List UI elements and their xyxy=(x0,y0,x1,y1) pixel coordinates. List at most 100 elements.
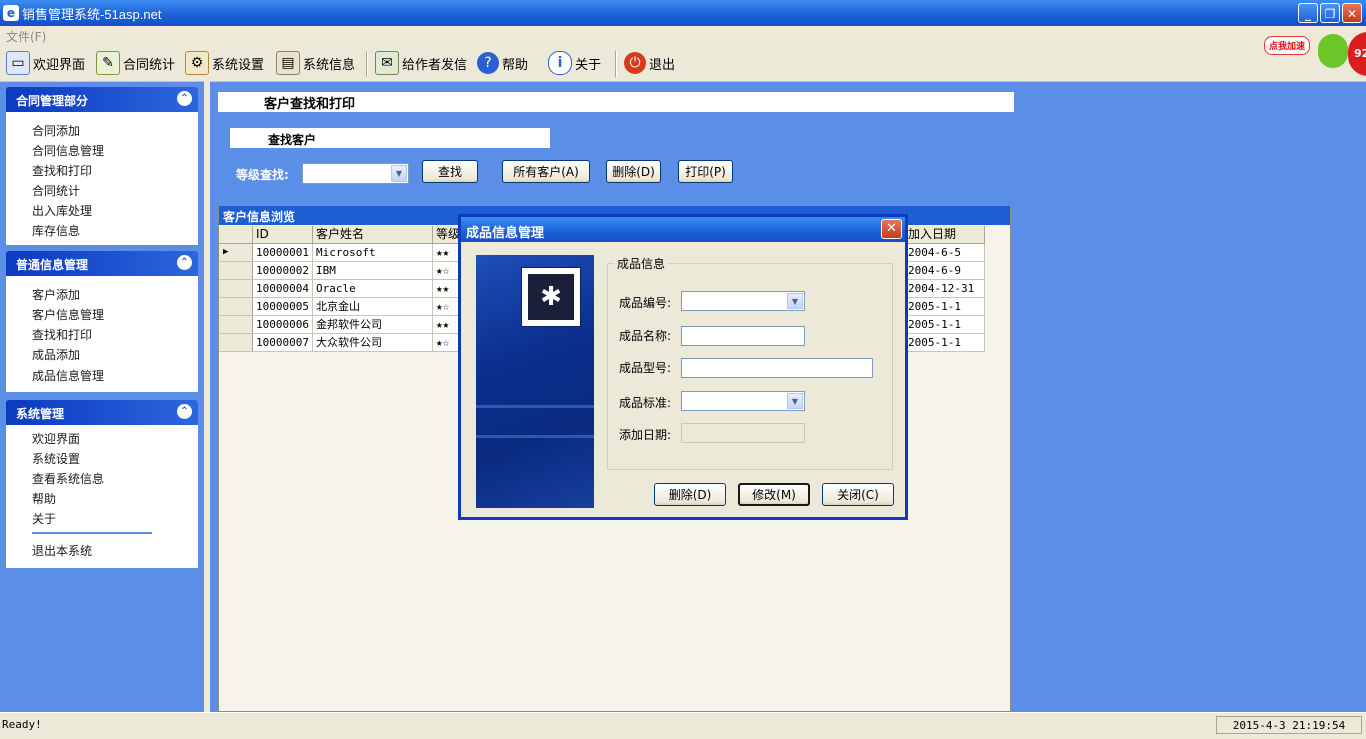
print-button[interactable]: 打印(P) xyxy=(678,160,733,183)
column-header-name[interactable]: 客户姓名 xyxy=(313,226,433,244)
row-marker xyxy=(219,334,253,352)
menu-bar: 文件(F) xyxy=(0,26,1366,45)
name-input[interactable] xyxy=(681,326,805,346)
nav-item[interactable]: 成品信息管理 xyxy=(32,367,104,384)
cell-name: Microsoft xyxy=(313,244,433,262)
info-icon: i xyxy=(548,51,572,75)
help-button[interactable]: ? 帮助 xyxy=(477,51,528,75)
collapse-icon[interactable]: ⌃ xyxy=(177,91,192,106)
banner-wave xyxy=(476,435,594,438)
toolbar-separator xyxy=(366,51,368,77)
cell-date: 2004-12-31 xyxy=(905,280,985,298)
close-icon[interactable]: ✕ xyxy=(881,219,902,239)
contract-stats-label: 合同统计 xyxy=(123,57,176,73)
section-title-bar: 查找客户 xyxy=(230,128,550,148)
nav-item[interactable]: 查找和打印 xyxy=(32,326,92,343)
standard-combo[interactable]: ▼ xyxy=(681,391,805,411)
nav-item[interactable]: 合同信息管理 xyxy=(32,142,104,159)
sysinfo-button[interactable]: ▤ 系统信息 xyxy=(276,51,355,75)
nav-item-exit[interactable]: 退出本系统 xyxy=(32,542,92,559)
speed-widget[interactable]: 点我加速 92 xyxy=(1262,30,1366,84)
nav-section-general[interactable]: 普通信息管理 ⌃ xyxy=(6,251,198,276)
page-title-bar: 客户查找和打印 xyxy=(218,92,1014,112)
window-icon: ▭ xyxy=(6,51,30,75)
section-title: 查找客户 xyxy=(268,133,317,147)
row-marker xyxy=(219,316,253,334)
title-bar: e 销售管理系统-51asp.net _ ❐ ✕ xyxy=(0,0,1366,26)
mail-author-button[interactable]: ✉ 给作者发信 xyxy=(375,51,467,75)
nav-item[interactable]: 系统设置 xyxy=(32,450,80,467)
welcome-button[interactable]: ▭ 欢迎界面 xyxy=(6,51,85,75)
settings-button[interactable]: ⚙ 系统设置 xyxy=(185,51,264,75)
nav-item[interactable]: 帮助 xyxy=(32,490,56,507)
nav-item[interactable]: 客户添加 xyxy=(32,286,80,303)
name-label: 成品名称: xyxy=(619,329,672,343)
row-marker: ▶ xyxy=(219,244,253,262)
nav-item[interactable]: 欢迎界面 xyxy=(32,430,80,447)
collapse-icon[interactable]: ⌃ xyxy=(177,404,192,419)
cell-id: 10000004 xyxy=(253,280,313,298)
app-icon: e xyxy=(3,5,19,21)
cell-date: 2004-6-5 xyxy=(905,244,985,262)
toolbar: ▭ 欢迎界面 ✎ 合同统计 ⚙ 系统设置 ▤ 系统信息 ✉ 给作者发信 ? 帮助… xyxy=(0,45,1366,82)
nav-item[interactable]: 合同统计 xyxy=(32,182,80,199)
menu-file[interactable]: 文件(F) xyxy=(6,28,46,45)
cell-id: 10000007 xyxy=(253,334,313,352)
minimize-button[interactable]: _ xyxy=(1298,3,1318,23)
window-title: 销售管理系统-51asp.net xyxy=(22,7,162,22)
cell-id: 10000002 xyxy=(253,262,313,280)
dialog-delete-button[interactable]: 删除(D) xyxy=(654,483,726,506)
cell-name: Oracle xyxy=(313,280,433,298)
nav-item[interactable]: 合同添加 xyxy=(32,122,80,139)
splitter[interactable] xyxy=(204,81,210,712)
model-label: 成品型号: xyxy=(619,361,672,375)
nav-item[interactable]: 客户信息管理 xyxy=(32,306,104,323)
column-header-date[interactable]: 加入日期 xyxy=(905,226,985,244)
row-marker xyxy=(219,298,253,316)
maximize-button[interactable]: ❐ xyxy=(1320,3,1340,23)
find-button[interactable]: 查找 xyxy=(422,160,478,183)
sysinfo-label: 系统信息 xyxy=(303,57,356,73)
nav-item[interactable]: 库存信息 xyxy=(32,222,80,239)
nav-section-contract[interactable]: 合同管理部分 ⌃ xyxy=(6,87,198,112)
close-window-button[interactable]: ✕ xyxy=(1342,3,1362,23)
mail-icon: ✉ xyxy=(375,51,399,75)
nav-item[interactable]: 出入库处理 xyxy=(32,202,92,219)
status-datetime: 2015-4-3 21:19:54 xyxy=(1216,716,1362,734)
power-icon: ⏻ xyxy=(624,52,646,74)
row-marker xyxy=(219,262,253,280)
settings-icon: ⚙ xyxy=(185,51,209,75)
cell-date: 2004-6-9 xyxy=(905,262,985,280)
chevron-down-icon[interactable]: ▼ xyxy=(787,393,803,409)
about-button[interactable]: i 关于 xyxy=(548,51,601,75)
exit-label: 退出 xyxy=(649,57,676,73)
page-title: 客户查找和打印 xyxy=(264,97,356,112)
contract-stats-button[interactable]: ✎ 合同统计 xyxy=(96,51,175,75)
dialog-title-bar[interactable]: 成品信息管理 ✕ xyxy=(461,217,905,242)
chevron-down-icon[interactable]: ▼ xyxy=(391,165,407,182)
all-customers-button[interactable]: 所有客户(A) xyxy=(502,160,590,183)
group-title: 成品信息 xyxy=(617,257,666,271)
code-combo[interactable]: ▼ xyxy=(681,291,805,311)
delete-customer-button[interactable]: 删除(D) xyxy=(606,160,661,183)
level-combo[interactable]: ▼ xyxy=(302,163,409,184)
collapse-icon[interactable]: ⌃ xyxy=(177,255,192,270)
cell-date: 2005-1-1 xyxy=(905,334,985,352)
model-input[interactable] xyxy=(681,358,873,378)
dialog-modify-button[interactable]: 修改(M) xyxy=(738,483,810,506)
nav-item[interactable]: 查看系统信息 xyxy=(32,470,104,487)
code-label: 成品编号: xyxy=(619,296,672,310)
nav-item[interactable]: 关于 xyxy=(32,510,56,527)
exit-button[interactable]: ⏻ 退出 xyxy=(624,51,675,75)
dialog-close-button[interactable]: 关闭(C) xyxy=(822,483,894,506)
nav-body-contract: 合同添加 合同信息管理 查找和打印 合同统计 出入库处理 库存信息 xyxy=(6,112,198,245)
nav-item[interactable]: 成品添加 xyxy=(32,346,80,363)
chevron-down-icon[interactable]: ▼ xyxy=(787,293,803,309)
column-header-id[interactable]: ID xyxy=(253,226,313,244)
nav-item[interactable]: 查找和打印 xyxy=(32,162,92,179)
nav-section-title: 合同管理部分 xyxy=(16,94,89,108)
status-bar: Ready! 2015-4-3 21:19:54 xyxy=(0,712,1366,739)
nav-section-system[interactable]: 系统管理 ⌃ xyxy=(6,400,198,425)
banner-wave xyxy=(476,405,594,408)
nav-section-title: 系统管理 xyxy=(16,407,65,421)
